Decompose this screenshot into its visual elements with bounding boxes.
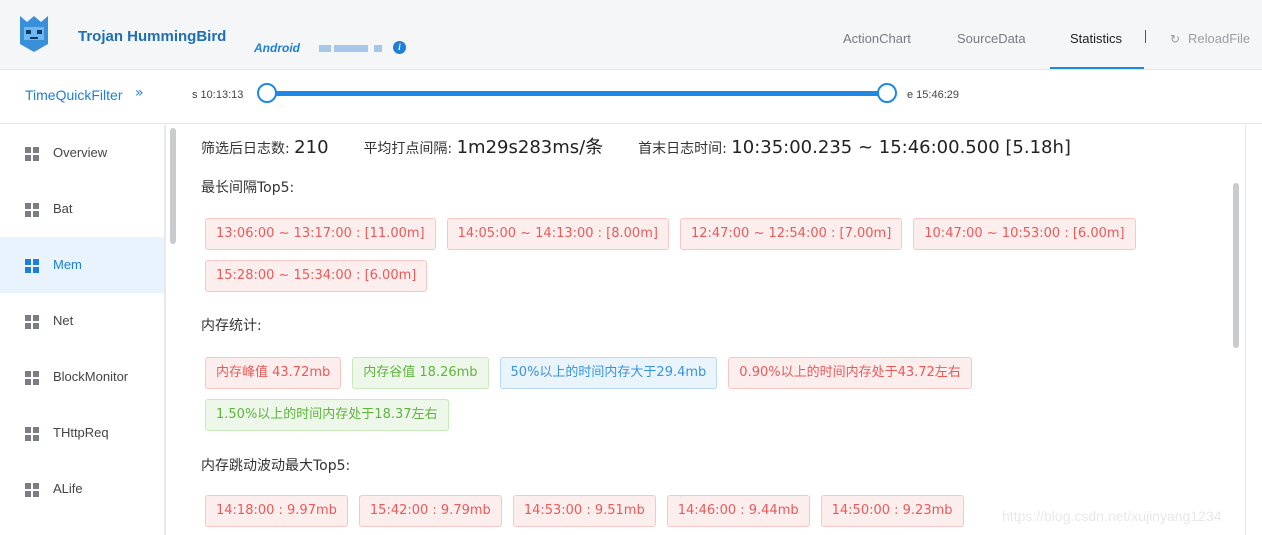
platform-label: Android — [254, 41, 300, 55]
sidebar-item-label: Overview — [53, 145, 108, 160]
gap-tag: 10:47:00 ~ 10:53:00 : [6.00m] — [913, 218, 1136, 250]
gap-tag: 14:05:00 ~ 14:13:00 : [8.00m] — [446, 218, 669, 250]
sidebar-item-alife[interactable]: ALife — [0, 461, 164, 517]
main-scrollbar[interactable] — [1233, 183, 1239, 348]
mem-median-tag: 50%以上的时间内存大于29.4mb — [499, 357, 718, 389]
grid-icon — [25, 483, 39, 497]
info-icon[interactable]: i — [393, 41, 406, 54]
gap-tag: 12:47:00 ~ 12:54:00 : [7.00m] — [679, 218, 903, 250]
brand-title: Trojan HummingBird — [78, 28, 227, 45]
reload-icon[interactable]: ↻ — [1170, 32, 1180, 46]
sidebar-item-label: Net — [53, 313, 74, 328]
mem-low-share-tag: 1.50%以上的时间内存处于18.37左右 — [205, 399, 449, 431]
top-gap-tags: 13:06:00 ~ 13:17:00 : [11.00m] 14:05:00 … — [205, 218, 1205, 292]
grid-icon — [25, 203, 39, 217]
gap-tag: 15:28:00 ~ 15:34:00 : [6.00m] — [205, 260, 428, 292]
summary-line: 筛选后日志数: 210 平均打点间隔: 1m29s283ms/条 首末日志时间:… — [201, 133, 1071, 159]
mem-high-share-tag: 0.90%以上的时间内存处于43.72左右 — [728, 357, 972, 389]
panel-border — [1245, 125, 1246, 535]
sidebar-item-label: Mem — [53, 257, 82, 272]
sidebar-item-blockmonitor[interactable]: BlockMonitor — [0, 349, 164, 405]
grid-icon — [25, 259, 39, 273]
redacted-block — [334, 45, 368, 52]
sidebar: Overview Bat Mem Net BlockMonitor THttpR… — [0, 125, 164, 535]
mem-stats-tags: 内存峰值 43.72mb 内存谷值 18.26mb 50%以上的时间内存大于29… — [205, 357, 1205, 431]
jump-tag: 14:18:00 : 9.97mb — [205, 495, 348, 527]
sidebar-item-mem[interactable]: Mem — [0, 237, 164, 293]
grid-icon — [25, 315, 39, 329]
log-range-label: 首末日志时间: — [638, 141, 727, 157]
mem-jump-title: 内存跳动波动最大Top5: — [201, 458, 351, 474]
sidebar-item-label: Bat — [53, 201, 73, 216]
log-count-value: 210 — [294, 137, 329, 158]
mem-valley-tag: 内存谷值 18.26mb — [352, 357, 489, 389]
redacted-block — [319, 45, 331, 52]
avg-interval-label: 平均打点间隔: — [363, 141, 453, 157]
tab-actionchart[interactable]: ActionChart — [843, 31, 911, 46]
reload-file-button[interactable]: ReloadFile — [1188, 31, 1250, 46]
range-start-time: s 10:13:13 — [192, 89, 244, 101]
sidebar-item-net[interactable]: Net — [0, 293, 164, 349]
gap-tag: 13:06:00 ~ 13:17:00 : [11.00m] — [205, 218, 436, 250]
time-range-slider[interactable] — [266, 91, 887, 96]
sidebar-divider — [164, 125, 166, 535]
tab-statistics[interactable]: Statistics — [1070, 31, 1122, 46]
avg-interval-value: 1m29s283ms/条 — [456, 137, 604, 158]
mem-peak-tag: 内存峰值 43.72mb — [205, 357, 342, 389]
active-tab-indicator — [1050, 67, 1144, 69]
jump-tag: 14:46:00 : 9.44mb — [666, 495, 810, 527]
double-chevron-right-icon[interactable]: » — [135, 85, 144, 101]
jump-tag: 14:50:00 : 9.23mb — [820, 495, 964, 527]
statistics-panel: 筛选后日志数: 210 平均打点间隔: 1m29s283ms/条 首末日志时间:… — [182, 125, 1246, 535]
log-range-value: 10:35:00.235 ~ 15:46:00.500 [5.18h] — [731, 137, 1071, 158]
slider-end-handle[interactable] — [877, 83, 897, 103]
jump-tag: 15:42:00 : 9.79mb — [358, 495, 502, 527]
grid-icon — [25, 147, 39, 161]
nav-divider — [1145, 30, 1146, 43]
mem-stats-title: 内存统计: — [201, 318, 262, 334]
grid-icon — [25, 371, 39, 385]
sidebar-item-thttpreq[interactable]: THttpReq — [0, 405, 164, 461]
tab-sourcedata[interactable]: SourceData — [957, 31, 1026, 46]
sidebar-item-bat[interactable]: Bat — [0, 181, 164, 237]
grid-icon — [25, 427, 39, 441]
range-end-time: e 15:46:29 — [907, 89, 959, 101]
time-filter-bar: TimeQuickFilter » s 10:13:13 e 15:46:29 — [0, 70, 1262, 124]
sidebar-scrollbar[interactable] — [170, 128, 176, 244]
watermark: https://blog.csdn.net/xujinyang1234 — [1002, 508, 1222, 524]
sidebar-item-label: THttpReq — [53, 425, 109, 440]
time-quick-filter-toggle[interactable]: TimeQuickFilter — [25, 87, 123, 103]
sidebar-item-overview[interactable]: Overview — [0, 125, 164, 181]
top-header: Trojan HummingBird Android i ActionChart… — [0, 0, 1262, 70]
log-count-label: 筛选后日志数: — [201, 141, 290, 157]
redacted-block — [374, 45, 382, 52]
sidebar-item-label: ALife — [53, 481, 83, 496]
sidebar-item-label: BlockMonitor — [53, 369, 129, 384]
jump-tag: 14:53:00 : 9.51mb — [512, 495, 656, 527]
app-window: Trojan HummingBird Android i ActionChart… — [0, 0, 1262, 535]
hummingbird-logo-icon — [20, 16, 48, 52]
slider-start-handle[interactable] — [257, 83, 277, 103]
top-gap-title: 最长间隔Top5: — [201, 180, 295, 196]
